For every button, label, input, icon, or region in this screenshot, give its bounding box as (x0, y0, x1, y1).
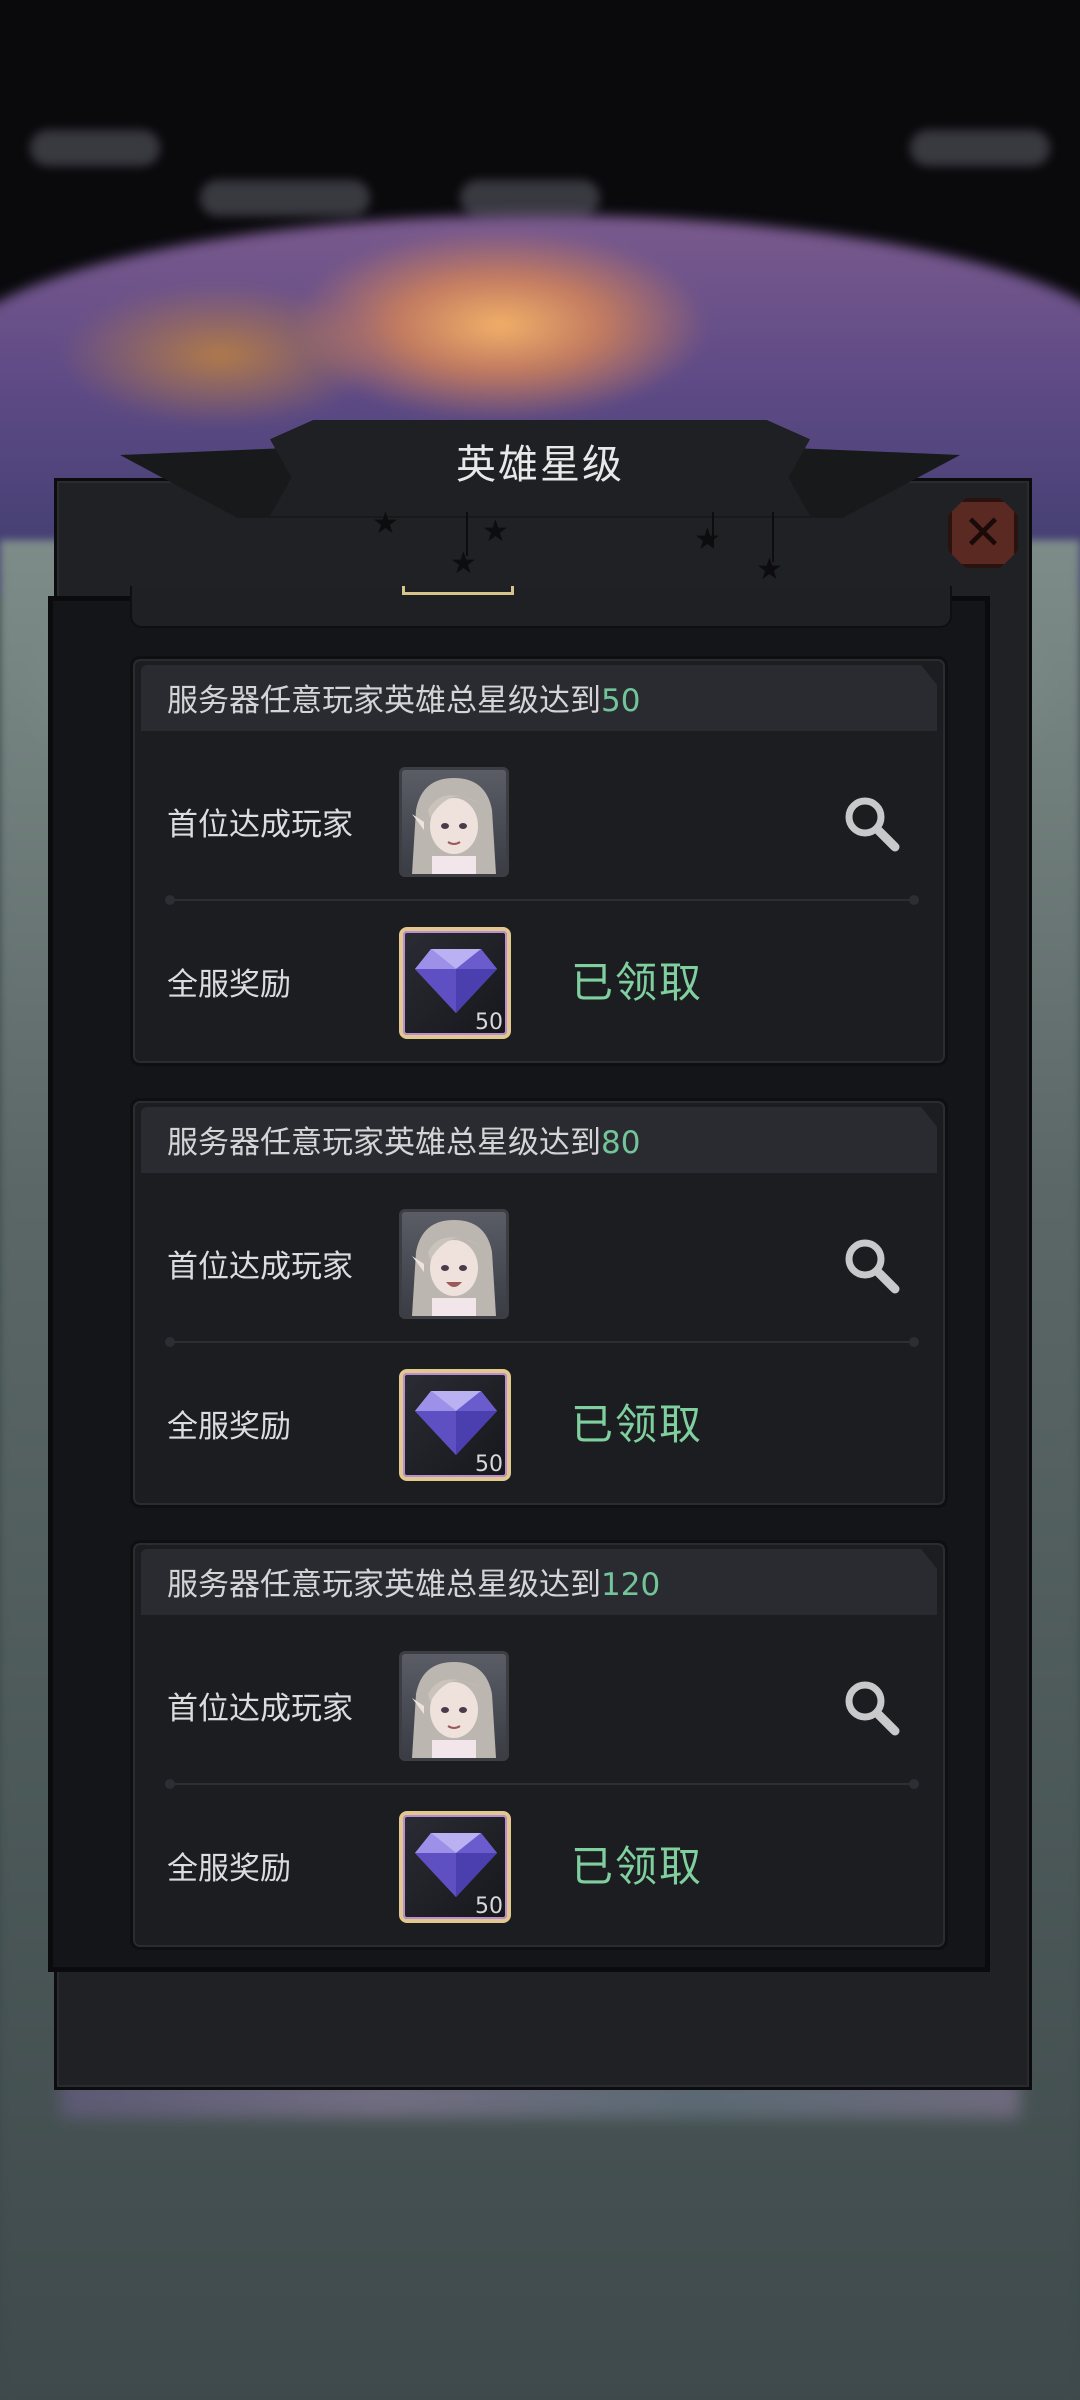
reward-icon-partial (402, 586, 514, 595)
milestone-title: 服务器任意玩家英雄总星级达到50 (167, 683, 641, 719)
milestone-card: 服务器任意玩家英雄总星级达到50 首位达成玩家 全服奖励 50 已领取 (130, 656, 948, 1066)
diamond-icon (415, 949, 497, 1013)
search-icon[interactable] (839, 1233, 903, 1297)
star-icon: ★ (756, 552, 783, 587)
player-avatar[interactable] (399, 1651, 509, 1761)
star-icon: ★ (482, 514, 509, 549)
reward-count: 50 (475, 1010, 503, 1035)
dialog-title: 英雄星级 (456, 442, 624, 488)
milestone-title: 服务器任意玩家英雄总星级达到80 (167, 1125, 641, 1161)
milestone-target: 80 (601, 1125, 641, 1161)
claimed-status: 已领取 (571, 1400, 704, 1449)
reward-label: 全服奖励 (167, 967, 291, 1003)
reward-item[interactable]: 50 (399, 927, 511, 1039)
divider (165, 895, 919, 905)
first-player-label: 首位达成玩家 (167, 1691, 353, 1727)
diamond-icon (415, 1833, 497, 1897)
diamond-icon (415, 1391, 497, 1455)
milestone-target: 50 (601, 683, 641, 719)
milestone-card: 服务器任意玩家英雄总星级达到120 首位达成玩家 全服奖励 50 已领取 (130, 1540, 948, 1950)
milestone-target: 120 (601, 1567, 661, 1603)
reward-label: 全服奖励 (167, 1851, 291, 1887)
divider (165, 1337, 919, 1347)
first-player-label: 首位达成玩家 (167, 807, 353, 843)
player-avatar[interactable] (399, 1209, 509, 1319)
star-icon: ★ (450, 546, 477, 581)
reward-label: 全服奖励 (167, 1409, 291, 1445)
claimed-status: 已领取 (571, 1842, 704, 1891)
search-icon[interactable] (839, 791, 903, 855)
reward-item[interactable]: 50 (399, 1369, 511, 1481)
close-icon: ✕ (962, 505, 1004, 561)
star-icon: ★ (372, 506, 399, 541)
milestone-card: 服务器任意玩家英雄总星级达到80 首位达成玩家 全服奖励 50 已领取 (130, 1098, 948, 1508)
claimed-status: 已领取 (571, 958, 704, 1007)
reward-count: 50 (475, 1452, 503, 1477)
reward-count: 50 (475, 1894, 503, 1919)
card-partial (130, 586, 952, 628)
close-button[interactable]: ✕ (948, 498, 1018, 568)
milestone-title: 服务器任意玩家英雄总星级达到120 (167, 1567, 661, 1603)
star-icon: ★ (694, 522, 721, 557)
divider (165, 1779, 919, 1789)
player-avatar[interactable] (399, 767, 509, 877)
search-icon[interactable] (839, 1675, 903, 1739)
first-player-label: 首位达成玩家 (167, 1249, 353, 1285)
reward-item[interactable]: 50 (399, 1811, 511, 1923)
